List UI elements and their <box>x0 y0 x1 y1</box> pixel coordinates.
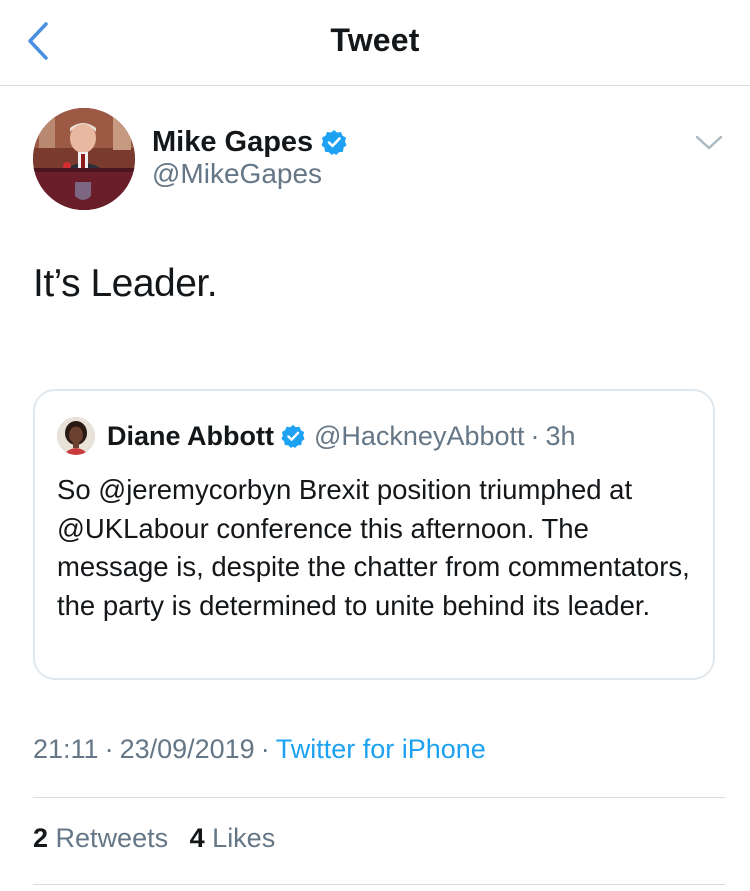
meta-separator: · <box>260 734 270 764</box>
tweet-text: It’s Leader. <box>33 262 218 305</box>
likes-label: Likes <box>212 823 276 853</box>
retweets-count: 2 <box>33 823 49 853</box>
likes-stat[interactable]: 4 Likes <box>190 823 276 853</box>
tweet-meta: 21:11 · 23/09/2019 · Twitter for iPhone <box>33 734 486 765</box>
more-options-button[interactable] <box>692 130 726 156</box>
avatar-photo <box>33 108 135 210</box>
retweets-stat[interactable]: 2 Retweets <box>33 823 168 853</box>
verified-badge-icon <box>321 130 347 155</box>
quoted-separator: · <box>530 420 540 451</box>
meta-separator: · <box>104 734 114 764</box>
author-name[interactable]: Mike Gapes <box>152 126 313 159</box>
quoted-avatar-photo <box>57 417 95 455</box>
avatar[interactable] <box>33 108 135 210</box>
quoted-author-name: Diane Abbott <box>107 420 274 451</box>
page-title: Tweet <box>330 22 420 58</box>
chevron-down-icon <box>695 135 723 150</box>
quoted-author-avatar <box>57 417 95 455</box>
tweet-stats: 2 Retweets 4 Likes <box>33 823 289 854</box>
quoted-tweet-header: Diane Abbott @HackneyAbbott · 3h <box>107 418 576 454</box>
likes-count: 4 <box>189 823 205 853</box>
author-name-row[interactable]: Mike Gapes <box>152 122 347 162</box>
author-handle[interactable]: @MikeGapes <box>152 158 322 190</box>
nav-bar: Tweet <box>0 0 750 86</box>
tweet-date: 23/09/2019 <box>119 734 255 764</box>
tweet-time: 21:11 <box>33 734 99 764</box>
quoted-tweet-card[interactable]: Diane Abbott @HackneyAbbott · 3h So @jer… <box>33 389 715 680</box>
retweets-label: Retweets <box>55 823 169 853</box>
quoted-timestamp: 3h <box>545 420 576 451</box>
divider <box>33 884 725 885</box>
divider <box>33 797 725 798</box>
tweet-source-link[interactable]: Twitter for iPhone <box>276 734 486 764</box>
quoted-author-handle: @HackneyAbbott <box>313 420 525 451</box>
verified-badge-icon <box>281 424 305 448</box>
quoted-tweet-text: So @jeremycorbyn Brexit position triumph… <box>57 474 690 621</box>
